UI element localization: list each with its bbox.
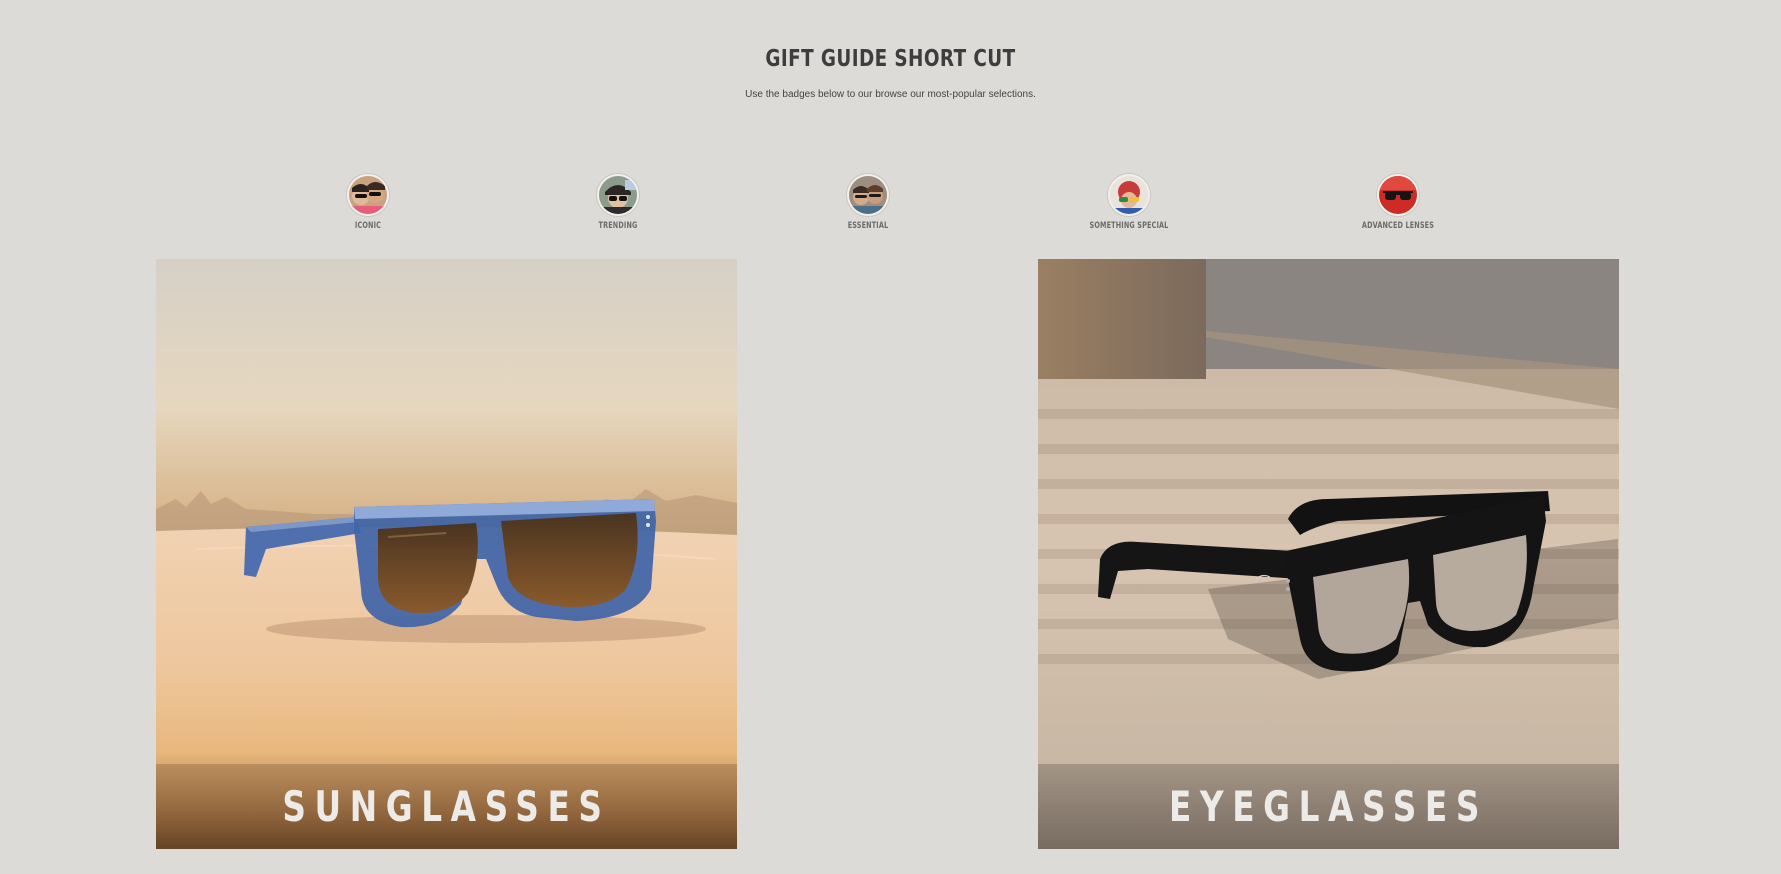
advanced-lenses-photo-icon xyxy=(1377,174,1419,216)
eyeglasses-label: EYEGLASSES xyxy=(1168,782,1489,831)
badge-label: ESSENTIAL xyxy=(847,221,889,231)
badge-essential[interactable]: ESSENTIAL xyxy=(808,174,928,231)
sunglasses-label: SUNGLASSES xyxy=(282,782,611,831)
badge-advanced-lenses[interactable]: ADVANCED LENSES xyxy=(1338,174,1458,231)
badge-label: TRENDING xyxy=(598,221,638,231)
badge-label: ADVANCED LENSES xyxy=(1361,221,1435,231)
page-title: GIFT GUIDE SHORT CUT xyxy=(765,46,1016,72)
sunglasses-card[interactable]: SUNGLASSES xyxy=(156,259,737,849)
badge-row: ICONIC TRENDING ESSENTIAL SOMETHING SPEC… xyxy=(0,174,1781,234)
eyeglasses-card[interactable]: EYEGLASSES xyxy=(1038,259,1619,849)
sunglasses-image xyxy=(156,259,737,849)
trending-photo-icon xyxy=(597,174,639,216)
badge-trending[interactable]: TRENDING xyxy=(558,174,678,231)
badge-label: SOMETHING SPECIAL xyxy=(1089,221,1169,231)
something-special-photo-icon xyxy=(1108,174,1150,216)
eyeglasses-image xyxy=(1038,259,1619,849)
page-subtitle: Use the badges below to our browse our m… xyxy=(745,89,1036,100)
iconic-photo-icon xyxy=(347,174,389,216)
badge-label: ICONIC xyxy=(354,221,382,231)
badge-iconic[interactable]: ICONIC xyxy=(308,174,428,231)
essential-photo-icon xyxy=(847,174,889,216)
badge-something-special[interactable]: SOMETHING SPECIAL xyxy=(1069,174,1189,231)
